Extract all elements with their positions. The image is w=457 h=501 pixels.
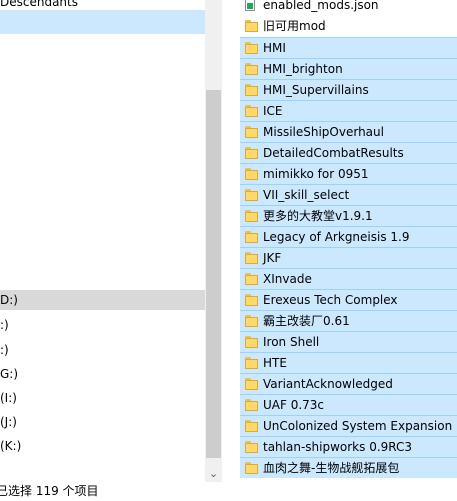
folder-icon [245, 105, 258, 117]
status-bar: 已选择 119 个项目 [0, 482, 457, 501]
folder-row[interactable]: 霸主改装厂0.61 [240, 310, 457, 331]
nav-item-label: :) [0, 343, 9, 357]
folder-icon [245, 273, 258, 285]
folder-row[interactable]: 更多的大教堂v1.9.1 [240, 205, 457, 226]
item-name: tahlan-shipworks 0.9RC3 [263, 440, 413, 454]
item-name: 霸主改装厂0.61 [263, 314, 350, 328]
navigation-pane: Descendants D:):):) G:) (I:) (J:) (K:) [0, 0, 205, 482]
scrollbar-thumb[interactable] [206, 90, 221, 458]
nav-item[interactable]: (J:) [0, 412, 205, 432]
folder-row[interactable]: HMI [240, 37, 457, 58]
folder-row[interactable]: HMI_Supervillains [240, 79, 457, 100]
selection-count-text: 已选择 119 个项目 [0, 484, 99, 498]
folder-row[interactable]: VII_skill_select [240, 184, 457, 205]
nav-item-label: :) [0, 318, 9, 332]
folder-icon [245, 315, 258, 327]
nav-item-label: G:) [0, 367, 19, 381]
nav-item[interactable] [0, 10, 205, 34]
item-name: HTE [263, 356, 287, 370]
item-name: Erexeus Tech Complex [263, 293, 398, 307]
file-row[interactable]: enabled_mods.json [240, 0, 457, 16]
folder-row[interactable]: 血肉之舞-生物战舰拓展包 [240, 457, 457, 478]
nav-item-label: D:) [0, 293, 18, 307]
json-file-icon [245, 0, 255, 11]
folder-icon [245, 210, 258, 222]
item-name: XInvade [263, 272, 312, 286]
item-name: DetailedCombatResults [263, 146, 404, 160]
item-name: JKF [263, 251, 282, 265]
nav-item-label: (K:) [0, 439, 22, 453]
item-name: UAF 0.73c [263, 398, 325, 412]
item-name: HMI_brighton [263, 62, 343, 76]
folder-icon [245, 231, 258, 243]
folder-icon [245, 441, 258, 453]
folder-icon [245, 378, 258, 390]
folder-row[interactable]: ICE [240, 100, 457, 121]
folder-icon [245, 168, 258, 180]
folder-row[interactable]: JKF [240, 247, 457, 268]
item-name: UnColonized System Expansion [263, 419, 453, 433]
item-name: MissileShipOverhaul [263, 125, 384, 139]
folder-icon [245, 147, 258, 159]
folder-row[interactable]: Erexeus Tech Complex [240, 289, 457, 310]
folder-row[interactable]: tahlan-shipworks 0.9RC3 [240, 436, 457, 457]
item-name: VII_skill_select [263, 188, 350, 202]
folder-icon [245, 20, 258, 32]
item-name: Legacy of Arkgneisis 1.9 [263, 230, 410, 244]
item-name: enabled_mods.json [263, 0, 379, 12]
folder-row[interactable]: UAF 0.73c [240, 394, 457, 415]
item-name: 旧可用mod [263, 19, 326, 33]
folder-row[interactable]: Iron Shell [240, 331, 457, 352]
folder-icon [245, 399, 258, 411]
pane-divider [222, 0, 240, 482]
item-name: HMI_Supervillains [263, 83, 369, 97]
item-name: mimikko for 0951 [263, 167, 369, 181]
folder-row[interactable]: HTE [240, 352, 457, 373]
item-name: 更多的大教堂v1.9.1 [263, 209, 373, 223]
nav-item[interactable]: D:) [0, 290, 205, 310]
folder-icon [245, 42, 258, 54]
navigation-scrollbar[interactable]: ⌄ [205, 0, 222, 482]
folder-icon [245, 336, 258, 348]
folder-icon [245, 462, 258, 474]
folder-row[interactable]: MissileShipOverhaul [240, 121, 457, 142]
nav-item-label: (J:) [0, 415, 17, 429]
item-name: 血肉之舞-生物战舰拓展包 [263, 461, 400, 475]
folder-icon [245, 357, 258, 369]
folder-icon [245, 294, 258, 306]
folder-icon [245, 84, 258, 96]
nav-item-label: (I:) [0, 391, 17, 405]
folder-row[interactable]: UnColonized System Expansion [240, 415, 457, 436]
folder-row[interactable]: DetailedCombatResults [240, 142, 457, 163]
folder-icon [245, 189, 258, 201]
item-name: VariantAcknowledged [263, 377, 393, 391]
folder-icon [245, 63, 258, 75]
folder-row[interactable]: Legacy of Arkgneisis 1.9 [240, 226, 457, 247]
item-name: HMI [263, 41, 286, 55]
folder-row[interactable]: HMI_brighton [240, 58, 457, 79]
nav-item[interactable]: :) [0, 340, 205, 360]
nav-item[interactable]: :) [0, 315, 205, 335]
folder-row[interactable]: mimikko for 0951 [240, 163, 457, 184]
nav-item[interactable]: (I:) [0, 388, 205, 408]
folder-icon [245, 252, 258, 264]
folder-row[interactable]: VariantAcknowledged [240, 373, 457, 394]
item-name: Iron Shell [263, 335, 320, 349]
scroll-down-arrow-icon[interactable]: ⌄ [205, 466, 222, 482]
folder-row[interactable]: XInvade [240, 268, 457, 289]
item-name: ICE [263, 104, 283, 118]
nav-item[interactable]: G:) [0, 364, 205, 384]
folder-icon [245, 420, 258, 432]
folder-icon [245, 126, 258, 138]
folder-row[interactable]: 旧可用mod [240, 16, 457, 37]
file-list: enabled_mods.json 旧可用mod HMI HMI_brighton HM… [240, 0, 457, 482]
nav-item-label: Descendants [0, 0, 78, 9]
nav-item[interactable]: (K:) [0, 436, 205, 456]
